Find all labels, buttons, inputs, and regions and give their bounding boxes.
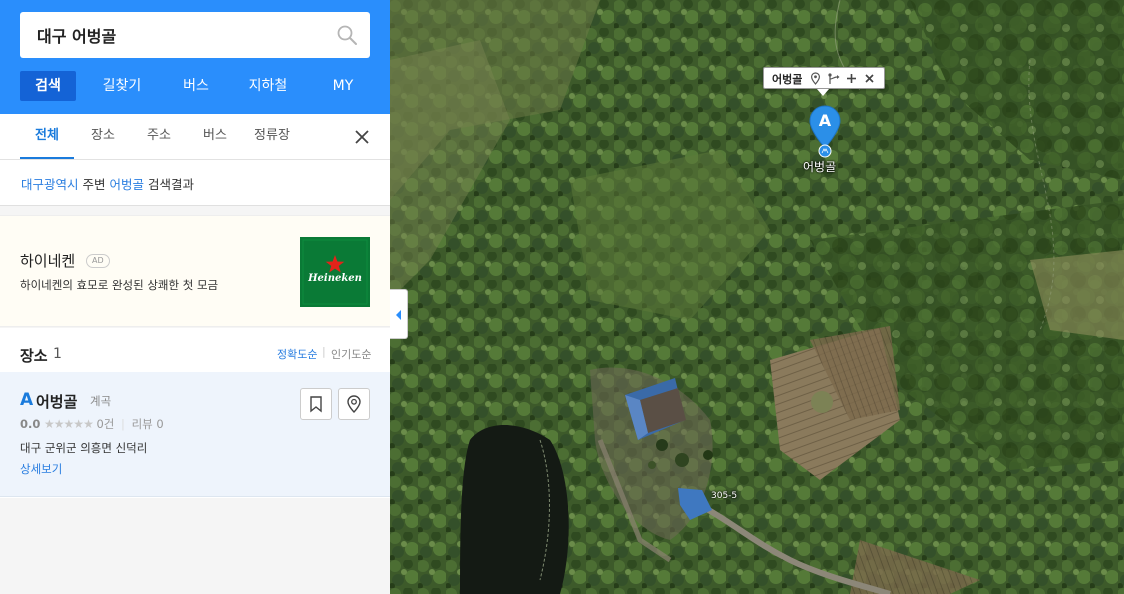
sort-divider: | [322,345,326,358]
marker-tooltip: 어벙골 [763,67,885,89]
keyword-text: 어벙골 [109,177,145,192]
sort-popular-button[interactable]: 인기도순 [331,346,371,362]
tab-directions[interactable]: 길찾기 [88,71,156,101]
location-pin-icon [347,395,361,413]
tab-my[interactable]: MY [320,71,366,101]
main-tabs: 검색 길찾기 버스 지하철 MY [20,71,370,101]
region-link[interactable]: 대구광역시 [21,177,79,192]
tab-search[interactable]: 검색 [20,71,76,101]
map-pin-button[interactable] [338,388,370,420]
tab-bus[interactable]: 버스 [168,71,224,101]
tab-subway[interactable]: 지하철 [236,71,300,101]
search-box [20,12,370,58]
plus-icon[interactable] [845,72,858,85]
rating-divider: | [121,417,125,431]
satellite-imagery [390,0,1124,594]
tooltip-place-name[interactable]: 어벙골 [772,71,802,87]
bookmark-button[interactable] [300,388,332,420]
pin-icon[interactable] [809,72,822,85]
tab-bus-route[interactable]: 버스 [194,114,236,159]
ad-description: 하이네켄의 효모로 완성된 상쾌한 첫 모금 [20,278,219,292]
detail-link[interactable]: 상세보기 [20,461,62,477]
ad-badge: AD [86,254,110,268]
svg-text:A: A [819,111,832,130]
map-marker-label: 어벙골 [803,160,837,174]
ad-title[interactable]: 하이네켄 [20,250,75,271]
rating-stars: ★★★★★ [44,417,94,431]
place-category: 계곡 [90,394,112,408]
search-panel: 검색 길찾기 버스 지하철 MY 전체 장소 주소 버스 정류장 대구광역시 주… [0,0,390,594]
road-number-label: 305-5 [711,491,738,501]
route-icon[interactable] [827,72,840,85]
close-icon[interactable] [863,72,876,85]
tab-address[interactable]: 주소 [138,114,180,159]
around-text: 주변 [82,177,106,192]
review-count[interactable]: 리뷰 0 [132,417,164,431]
tab-bus-stop[interactable]: 정류장 [248,114,296,159]
map-marker-a[interactable]: A [808,104,842,158]
ad-card[interactable]: 하이네켄 AD 하이네켄의 효모로 완성된 상쾌한 첫 모금 Heineken [0,215,390,327]
tooltip-arrow [817,89,829,96]
result-suffix: 검색결과 [148,177,195,192]
map-view[interactable]: 어벙골 A 어벙골 305-5 [390,0,1124,594]
places-count: 1 [53,346,62,362]
tab-places[interactable]: 장소 [82,114,124,159]
marker-letter: A [20,390,34,410]
places-section: 장소 1 정확도순 | 인기도순 A 어벙골 계곡 0.0 ★★★★★ 0건 |… [0,328,390,498]
bookmark-icon [310,396,322,413]
sort-accuracy-button[interactable]: 정확도순 [277,346,317,362]
svg-text:Heineken: Heineken [307,273,362,284]
rating-count: 0건 [96,417,115,431]
places-title: 장소 [20,347,48,365]
place-name[interactable]: 어벙골 [36,391,77,412]
panel-collapse-button[interactable] [390,289,408,339]
place-address: 대구 군위군 의흥면 신덕리 [20,441,148,455]
list-item[interactable]: A 어벙골 계곡 0.0 ★★★★★ 0건 | 리뷰 0 대구 군위군 의흥면 … [0,372,390,497]
category-tabs: 전체 장소 주소 버스 정류장 [0,114,390,160]
rating-row: 0.0 ★★★★★ 0건 | 리뷰 0 [20,416,164,432]
search-icon[interactable] [336,24,358,46]
search-input[interactable] [37,23,327,47]
chevron-left-icon [396,310,401,320]
search-header: 검색 길찾기 버스 지하철 MY [0,0,390,114]
result-summary: 대구광역시 주변 어벙골 검색결과 [0,160,390,206]
close-icon[interactable] [354,129,370,145]
rating-score: 0.0 [20,417,41,431]
heineken-logo-image[interactable]: Heineken [300,237,370,307]
tab-all[interactable]: 전체 [20,114,74,159]
